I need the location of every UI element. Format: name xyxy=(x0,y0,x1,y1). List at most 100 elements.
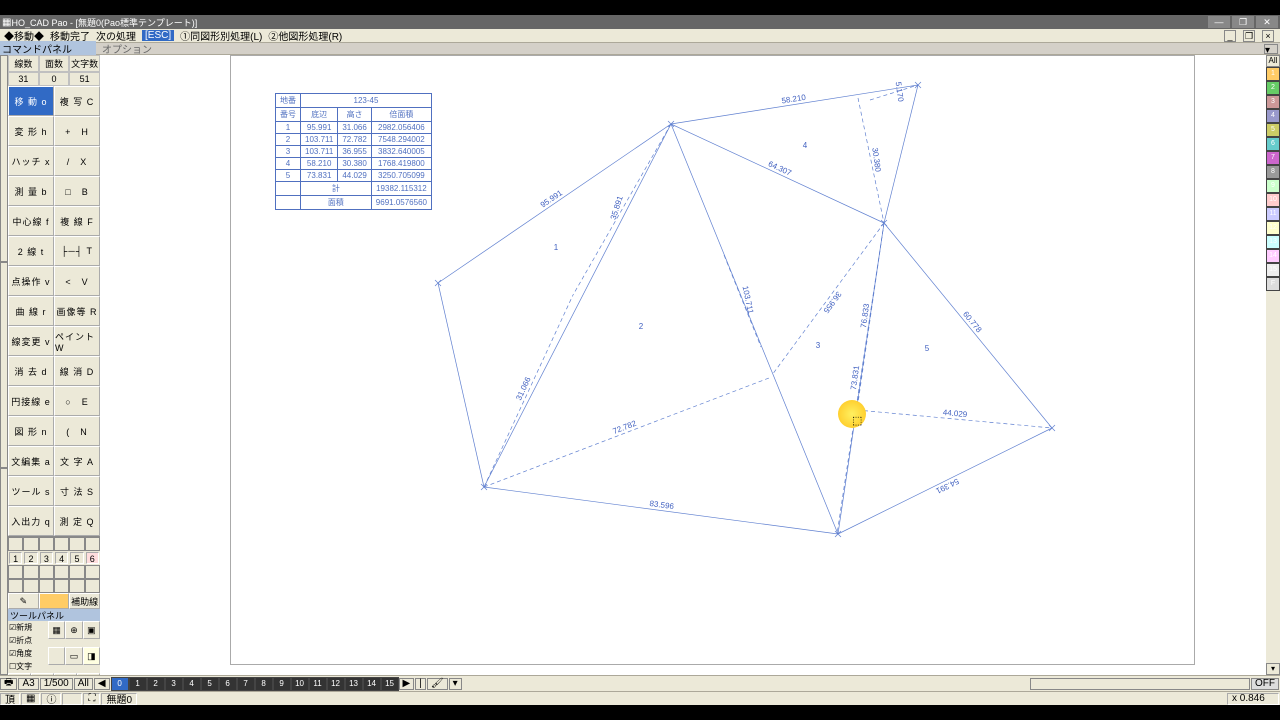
option-label[interactable]: オプション xyxy=(96,41,1264,56)
layer-3[interactable]: 3 xyxy=(1266,95,1280,109)
option-dropdown[interactable]: ▾ xyxy=(1264,44,1278,54)
tool-1-1[interactable]: + H xyxy=(54,116,100,146)
flag-6[interactable]: 6 xyxy=(219,677,237,691)
aux-line-button[interactable]: 補助線 xyxy=(69,593,100,609)
tool-12-1[interactable]: 文 字 A xyxy=(54,446,100,476)
tool-14-1[interactable]: 測 定 Q xyxy=(54,506,100,536)
tool-14-0[interactable]: 入出力 q xyxy=(8,506,54,536)
layer-2[interactable]: 2 xyxy=(1266,81,1280,95)
nav-left[interactable]: ◀ xyxy=(94,678,110,690)
tp-btn-5[interactable]: ▭ xyxy=(65,647,82,665)
tool-9-1[interactable]: 線 消 D xyxy=(54,356,100,386)
tool-10-1[interactable]: ○ E xyxy=(54,386,100,416)
layer-7[interactable]: 7 xyxy=(1266,151,1280,165)
linetype-5[interactable]: 5 xyxy=(70,552,83,564)
esc-key[interactable]: [ESC] xyxy=(142,30,174,41)
tool-6-0[interactable]: 点操作 v xyxy=(8,266,54,296)
flag-7[interactable]: 7 xyxy=(237,677,255,691)
linetype-2[interactable]: 2 xyxy=(24,552,37,564)
scale[interactable]: 1/500 xyxy=(40,678,73,690)
layer-9[interactable]: 9 xyxy=(1266,179,1280,193)
tp-btn-3[interactable]: ▣ xyxy=(83,621,100,639)
flag-13[interactable]: 13 xyxy=(345,677,363,691)
tool-0-0[interactable]: 移 動 o xyxy=(8,86,54,116)
linetype-6[interactable]: 6 xyxy=(86,552,99,564)
tool-6-1[interactable]: < V xyxy=(54,266,100,296)
layer-8[interactable]: 8 xyxy=(1266,165,1280,179)
tool-4-1[interactable]: 複 線 F xyxy=(54,206,100,236)
tp-btn-6[interactable]: ◨ xyxy=(83,647,100,665)
doc-name[interactable]: 無題0 xyxy=(101,693,137,705)
layer-All[interactable]: All xyxy=(1266,55,1280,67)
status-icon-2[interactable]: ▦ xyxy=(21,693,40,705)
tool-icon[interactable]: ▾ xyxy=(449,678,462,690)
close-button[interactable]: ✕ xyxy=(1256,16,1278,28)
tool-1-0[interactable]: 変 形 h xyxy=(8,116,54,146)
tp-btn-4[interactable] xyxy=(48,647,65,665)
maximize-button[interactable]: ❐ xyxy=(1232,16,1254,28)
check-☐文字[interactable]: ☐文字 xyxy=(8,660,48,673)
flag-2[interactable]: 2 xyxy=(147,677,165,691)
tool-2-0[interactable]: ハッチ x xyxy=(8,146,54,176)
flag-0[interactable]: 0 xyxy=(111,677,129,691)
tool-3-0[interactable]: 測 量 b xyxy=(8,176,54,206)
tool-0-1[interactable]: 複 写 C xyxy=(54,86,100,116)
paper-size[interactable]: A3 xyxy=(18,678,38,690)
tool-4-0[interactable]: 中心線 f xyxy=(8,206,54,236)
tool-13-0[interactable]: ツール s xyxy=(8,476,54,506)
linetype-4[interactable]: 4 xyxy=(55,552,68,564)
print-icon[interactable]: 🖶 xyxy=(0,678,17,690)
tool-7-0[interactable]: 曲 線 r xyxy=(8,296,54,326)
linetype-1[interactable]: 1 xyxy=(9,552,22,564)
layer-scroll[interactable]: ▾ xyxy=(1266,663,1280,675)
flag-5[interactable]: 5 xyxy=(201,677,219,691)
layer-F[interactable]: F xyxy=(1266,277,1280,291)
layer-10[interactable]: 10 xyxy=(1266,193,1280,207)
tool-8-0[interactable]: 線変更 v xyxy=(8,326,54,356)
tool-7-1[interactable]: 画像等 R xyxy=(54,296,100,326)
layer-11[interactable]: 11 xyxy=(1266,207,1280,221)
check-☑角度[interactable]: ☑角度 xyxy=(8,647,48,660)
tool-3-1[interactable]: □ B xyxy=(54,176,100,206)
mdi-close-button[interactable]: × xyxy=(1262,30,1274,42)
color-swatch[interactable] xyxy=(39,593,70,609)
layer-all[interactable]: All xyxy=(74,678,93,690)
layer-13[interactable]: 13 xyxy=(1266,235,1280,249)
tp-btn-2[interactable]: ⊕ xyxy=(65,621,82,639)
layer-1[interactable]: 1 xyxy=(1266,67,1280,81)
tool-11-1[interactable]: ( N xyxy=(54,416,100,446)
tool-13-1[interactable]: 寸 法 S xyxy=(54,476,100,506)
flag-8[interactable]: 8 xyxy=(255,677,273,691)
tool-8-1[interactable]: ペイント W xyxy=(54,326,100,356)
tool-12-0[interactable]: 文編集 a xyxy=(8,446,54,476)
left-edge-tabs[interactable] xyxy=(0,55,8,675)
layer-6[interactable]: 6 xyxy=(1266,137,1280,151)
check-☑折点[interactable]: ☑折点 xyxy=(8,634,48,647)
status-icon-1[interactable]: 頂 xyxy=(0,693,20,705)
flag-9[interactable]: 9 xyxy=(273,677,291,691)
tool-11-0[interactable]: 図 形 n xyxy=(8,416,54,446)
tool-panel-checks[interactable]: ☑新規☑折点☑角度☐文字 xyxy=(8,621,48,673)
linestyle-strip[interactable] xyxy=(8,537,100,551)
tool-5-0[interactable]: 2 線 t xyxy=(8,236,54,266)
check-☑新規[interactable]: ☑新規 xyxy=(8,621,48,634)
flag-15[interactable]: 15 xyxy=(381,677,399,691)
pencil-icon[interactable]: ✎ xyxy=(8,593,39,609)
linestyle-strip-2[interactable] xyxy=(8,565,100,579)
mdi-min-button[interactable]: _ xyxy=(1224,30,1236,42)
flag-14[interactable]: 14 xyxy=(363,677,381,691)
tool-5-1[interactable]: ├─┤ T xyxy=(54,236,100,266)
linetype-3[interactable]: 3 xyxy=(40,552,53,564)
tp-btn-1[interactable]: ▦ xyxy=(48,621,65,639)
nav-right[interactable]: ▶ xyxy=(399,678,415,690)
status-icon-3[interactable]: ⓘ xyxy=(41,693,61,705)
flag-10[interactable]: 10 xyxy=(291,677,309,691)
flag-3[interactable]: 3 xyxy=(165,677,183,691)
layer-4[interactable]: 4 xyxy=(1266,109,1280,123)
tool-9-0[interactable]: 消 去 d xyxy=(8,356,54,386)
layer-14[interactable]: 14 xyxy=(1266,249,1280,263)
status-icon-4[interactable]: ⛶ xyxy=(83,693,100,705)
sep-1[interactable]: | xyxy=(415,678,426,690)
off-toggle[interactable]: OFF xyxy=(1251,678,1279,690)
tool-10-0[interactable]: 円接線 e xyxy=(8,386,54,416)
